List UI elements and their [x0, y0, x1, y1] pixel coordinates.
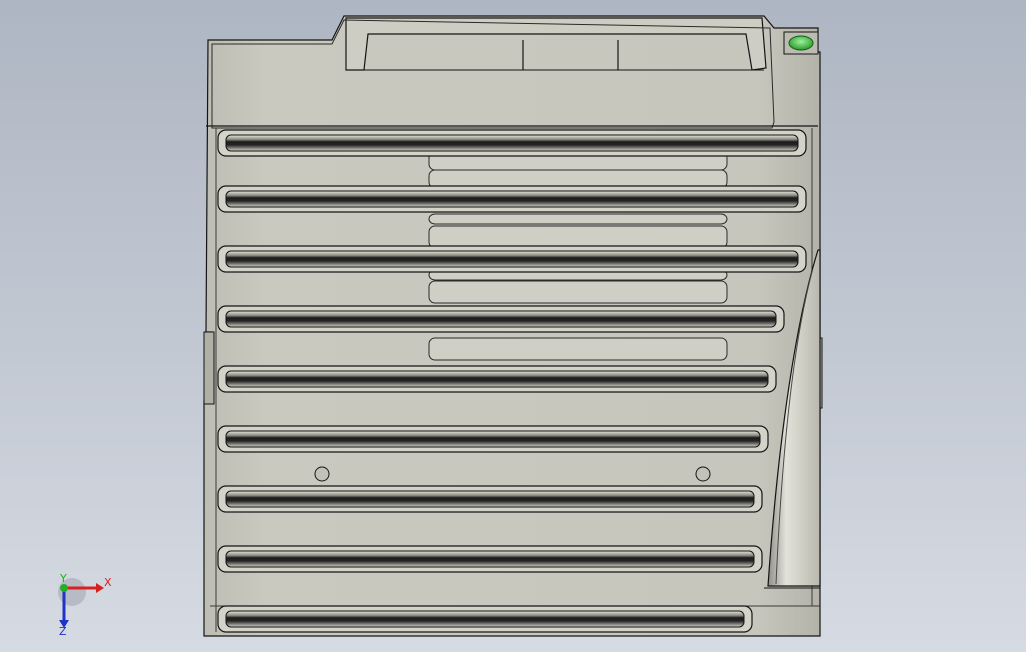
left-clip: [203, 331, 215, 405]
label-pad-4: [428, 225, 728, 249]
mounting-hole: [314, 466, 330, 482]
label-pad-3: [428, 213, 728, 225]
orientation-triad[interactable]: X Y Z: [52, 572, 116, 636]
x-arrow-icon: [96, 583, 104, 593]
fin-slot-5: [225, 370, 769, 388]
fin-slot-7: [225, 490, 755, 508]
device-model[interactable]: [0, 0, 1026, 652]
y-axis-label: Y: [59, 572, 67, 585]
label-pad-2: [428, 169, 728, 189]
label-pad-6: [428, 280, 728, 304]
y-axis-icon: [60, 584, 68, 592]
fin-slot-3: [225, 250, 799, 268]
mounting-hole: [695, 466, 711, 482]
z-axis-label: Z: [59, 625, 67, 636]
x-axis-label: X: [104, 576, 112, 589]
fin-slot-6: [225, 430, 761, 448]
cooling-fins: [217, 129, 807, 633]
fin-slot-9: [225, 610, 745, 628]
status-led: [788, 35, 814, 51]
label-pad-7: [428, 337, 728, 361]
fin-slot-8: [225, 550, 755, 568]
fin-slot-1: [225, 134, 799, 152]
cad-viewport[interactable]: X Y Z: [0, 0, 1026, 652]
fin-slot-4: [225, 310, 777, 328]
fin-slot-2: [225, 190, 799, 208]
